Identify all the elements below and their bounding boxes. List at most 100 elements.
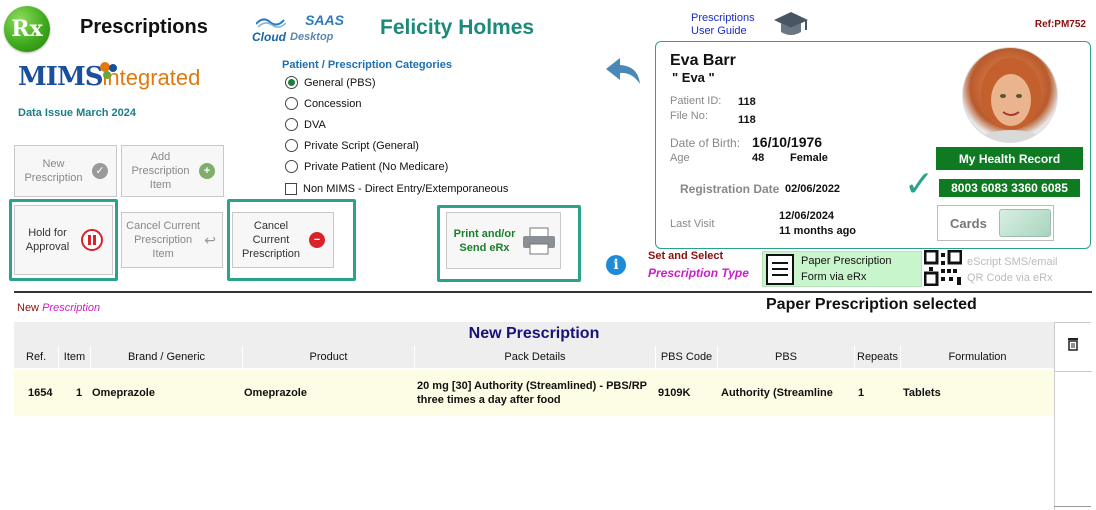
table-title: New Prescription: [14, 322, 1054, 346]
cell-item: 1: [76, 387, 83, 399]
cancel-current-item-button[interactable]: Cancel Current Prescription Item ↩: [121, 212, 223, 268]
user-name: Felicity Holmes: [380, 16, 535, 39]
column-header-product: Product: [242, 346, 414, 368]
cancel-item-label: Cancel Current Prescription Item: [126, 220, 201, 260]
checkbox-non-mims[interactable]: Non MIMS - Direct Entry/Extemporaneous: [285, 183, 508, 195]
undo-arrow-icon: ↩: [204, 232, 216, 248]
new-prescription-status: New Prescription: [17, 302, 100, 314]
reference-code: Ref:PM752: [1034, 19, 1086, 30]
trash-icon[interactable]: [1067, 337, 1079, 351]
radio-private-patient[interactable]: Private Patient (No Medicare): [285, 160, 448, 173]
prescription-type-label: Prescription Type: [648, 266, 749, 280]
verified-check-icon: ✓: [904, 163, 935, 204]
escript-line-1: eScript SMS/email: [967, 256, 1058, 268]
saas-text: SAAS: [305, 12, 344, 28]
cell-ref: 1654: [28, 387, 53, 399]
rx-logo-text: Rx: [11, 16, 43, 42]
user-guide-link[interactable]: Prescriptions User Guide: [691, 12, 755, 38]
medicare-number: 8003 6083 3360 6085: [939, 179, 1080, 197]
patient-name: Eva Barr: [670, 52, 736, 69]
radio-button[interactable]: [285, 76, 298, 89]
print-send-erx-button[interactable]: Print and/or Send eRx: [446, 212, 561, 269]
qr-code-icon[interactable]: [924, 250, 962, 286]
print-label: Print and/or Send eRx: [453, 227, 516, 254]
radio-button[interactable]: [285, 97, 298, 110]
checkbox[interactable]: [285, 183, 297, 195]
radio-label: DVA: [304, 118, 326, 131]
paper-lines: [772, 262, 788, 276]
radio-label: General (PBS): [304, 76, 376, 89]
patient-photo-face: [975, 58, 1047, 142]
data-issue: Data Issue March 2024: [18, 107, 137, 119]
table-row[interactable]: 1654 1 Omeprazole Omeprazole 20 mg [30] …: [14, 370, 1054, 416]
age-value: 48: [752, 152, 765, 164]
cancel-prescription-label: Cancel Current Prescription: [241, 220, 301, 260]
new-prescription-label: New Prescription: [24, 158, 83, 184]
hold-label: Hold for Approval: [25, 227, 70, 253]
add-item-label: Add Prescription Item: [131, 151, 190, 191]
back-arrow-icon[interactable]: [604, 56, 642, 86]
check-circle-icon: ✓: [92, 163, 108, 179]
hold-for-approval-button[interactable]: Hold for Approval: [14, 205, 113, 275]
column-header-pbs: PBS: [717, 346, 854, 368]
radio-button[interactable]: [285, 160, 298, 173]
new-prescription-button[interactable]: New Prescription ✓: [14, 145, 117, 197]
registration-label: Registration Date: [680, 182, 780, 196]
file-no-value: 118: [738, 114, 756, 126]
escript-line-2: QR Code via eRx: [967, 272, 1053, 284]
cell-repeats: 1: [858, 387, 865, 399]
card-icon: [998, 209, 1051, 237]
paper-line-2: Form via eRx: [801, 271, 867, 283]
column-header-pack: Pack Details: [414, 346, 655, 368]
cell-formulation: Tablets: [903, 387, 941, 399]
cell-pbs: Authority (Streamline: [721, 387, 833, 399]
minus-circle-icon: −: [309, 232, 325, 248]
paper-line-1: Paper Prescription: [801, 255, 892, 267]
new-label-italic: Prescription: [42, 302, 101, 314]
mims-logo-main: MIMS: [18, 62, 103, 92]
side-bottom-line: [1054, 506, 1091, 507]
rx-logo: Rx: [4, 6, 50, 52]
checkbox-label: Non MIMS - Direct Entry/Extemporaneous: [303, 183, 509, 195]
categories-title: Patient / Prescription Categories: [282, 59, 452, 71]
column-header-brand: Brand / Generic: [90, 346, 242, 368]
escript-option[interactable]: eScript SMS/email QR Code via eRx: [967, 254, 1057, 286]
saas-cloud-text: Cloud: [252, 30, 286, 44]
guide-line-1: Prescriptions: [691, 12, 755, 24]
app-title: Prescriptions: [80, 16, 208, 38]
column-header-repeats: Repeats: [854, 346, 900, 368]
guide-line-2: User Guide: [691, 25, 747, 37]
cell-pbs-code: 9109K: [658, 387, 691, 399]
my-health-record-button[interactable]: My Health Record: [936, 147, 1083, 170]
cards-button[interactable]: Cards: [937, 205, 1054, 241]
add-prescription-item-button[interactable]: Add Prescription Item +: [121, 145, 224, 197]
patient-nickname: " Eva ": [672, 70, 715, 85]
radio-general-pbs[interactable]: General (PBS): [285, 76, 376, 89]
file-no-label: File No:: [670, 110, 708, 122]
last-visit-date: 12/06/2024: [779, 210, 835, 222]
radio-concession[interactable]: Concession: [285, 97, 361, 110]
paper-form-icon: [766, 254, 794, 285]
set-select-label: Set and Select: [648, 250, 724, 262]
radio-dva[interactable]: DVA: [285, 118, 326, 131]
printer-icon: [523, 227, 555, 254]
dob-label: Date of Birth:: [670, 136, 741, 150]
graduation-cap-icon[interactable]: [772, 8, 810, 40]
paper-prescription-button[interactable]: Paper Prescription Form via eRx: [762, 251, 922, 287]
new-label: New: [17, 302, 40, 314]
cancel-current-prescription-button[interactable]: Cancel Current Prescription −: [232, 212, 334, 268]
sex-value: Female: [790, 152, 828, 164]
radio-button[interactable]: [285, 118, 298, 131]
radio-label: Concession: [304, 97, 362, 110]
radio-private-script[interactable]: Private Script (General): [285, 139, 419, 152]
info-icon[interactable]: i: [606, 255, 626, 275]
wave-icon: [256, 18, 286, 28]
cell-pack-line-1: 20 mg [30] Authority (Streamlined) - PBS…: [417, 380, 648, 392]
saas-desktop-text: Desktop: [290, 31, 334, 43]
column-header-pbs-code: PBS Code: [655, 346, 717, 368]
last-visit-ago: 11 months ago: [779, 225, 857, 237]
radio-button[interactable]: [285, 139, 298, 152]
puzzle-icon: [100, 62, 117, 79]
paper-selected-status: Paper Prescription selected: [766, 296, 977, 313]
registration-value: 02/06/2022: [785, 183, 841, 195]
